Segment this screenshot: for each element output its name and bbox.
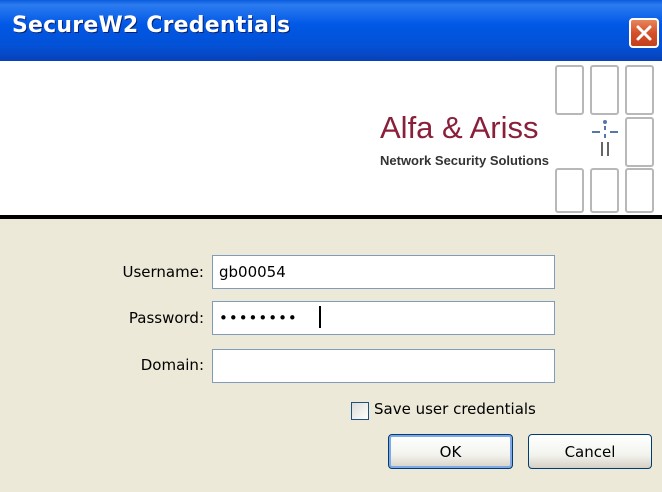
company-tagline: Network Security Solutions xyxy=(380,153,550,168)
domain-field[interactable] xyxy=(212,349,555,383)
save-credentials-checkbox[interactable] xyxy=(351,402,369,420)
username-label: Username: xyxy=(122,263,204,281)
alfa-ariss-logo-icon xyxy=(592,120,618,156)
banner-divider xyxy=(0,215,662,219)
cancel-button[interactable]: Cancel xyxy=(528,434,652,469)
text-caret xyxy=(319,306,321,328)
logo-box xyxy=(590,65,619,115)
window-title: SecureW2 Credentials xyxy=(12,13,291,38)
logo-box xyxy=(625,117,654,167)
credentials-dialog: SecureW2 Credentials Alfa & Ariss Networ… xyxy=(0,0,662,492)
save-credentials-label[interactable]: Save user credentials xyxy=(374,400,536,418)
logo-box xyxy=(555,65,584,115)
close-icon xyxy=(636,25,652,41)
logo-box xyxy=(625,65,654,115)
domain-label: Domain: xyxy=(140,356,204,374)
title-bar[interactable]: SecureW2 Credentials xyxy=(0,0,662,61)
logo-box xyxy=(590,168,619,213)
password-field[interactable] xyxy=(212,301,555,335)
ok-button[interactable]: OK xyxy=(388,434,513,469)
username-field[interactable] xyxy=(212,255,555,289)
company-name: Alfa & Ariss xyxy=(380,110,539,145)
password-label: Password: xyxy=(128,309,204,327)
logo-box xyxy=(625,168,654,213)
logo-box xyxy=(555,168,584,213)
close-button[interactable] xyxy=(629,18,659,48)
